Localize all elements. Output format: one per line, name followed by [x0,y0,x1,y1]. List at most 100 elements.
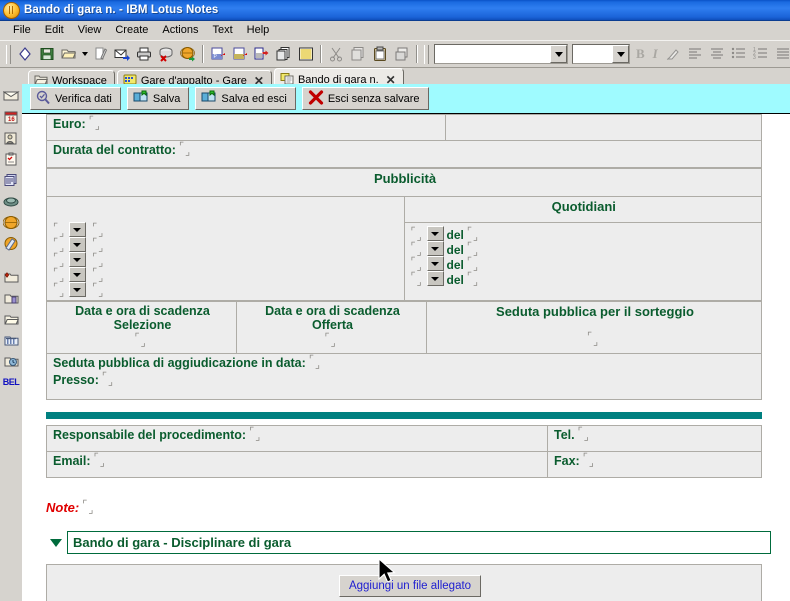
new-document-icon[interactable] [14,43,36,65]
quotidiani-date-field-4[interactable] [467,272,483,286]
quotidiani-dropdown-1[interactable] [426,225,444,241]
print-preview-cancel-icon[interactable] [155,43,177,65]
tel-field[interactable] [578,427,594,441]
email-field[interactable] [94,453,110,467]
send-mail-icon[interactable] [111,43,133,65]
bookmark-favorite-folder[interactable] [2,268,20,286]
table-row-pubblicita-quotidiani-headers: Quotidiani [46,196,762,223]
quotidiani-date-field-3[interactable] [467,257,483,271]
bookmark-replication[interactable] [2,192,20,210]
bookmark-databases[interactable] [2,171,20,189]
import-pdf-icon[interactable]: P [207,43,229,65]
durata-field[interactable] [179,142,195,156]
italic-button[interactable]: I [649,46,662,62]
copy-pages-icon[interactable] [273,43,295,65]
menu-help[interactable]: Help [240,23,277,37]
responsabile-field[interactable] [249,427,265,441]
fax-field[interactable] [583,453,599,467]
web-browse-icon[interactable] [177,43,199,65]
pubblicita-date-field-5[interactable] [92,283,108,297]
scadenza-offerta-field[interactable] [325,333,341,347]
quotidiani-row: del [411,225,758,242]
section-title-box[interactable]: Bando di gara - Disciplinare di gara [67,531,771,554]
copy-icon[interactable] [347,43,369,65]
print-icon[interactable] [133,43,155,65]
euro-field[interactable] [89,116,105,130]
bookmark-browser[interactable] [2,213,20,231]
pubblicita-dropdown-4[interactable] [69,267,86,282]
pubblicita-table-wrap: Pubblicità Quotidiani ⌜ ⌟ ⌜ ⌟ ⌜ ⌟ ⌜ ⌟ ⌜ … [46,168,762,301]
open-folder-icon[interactable] [58,43,80,65]
font-size-dropdown-arrow[interactable] [612,45,629,63]
sorteggio-field[interactable] [587,332,603,346]
quotidiani-name-field-4[interactable] [411,272,427,286]
page-transfer-icon[interactable] [251,43,273,65]
numbered-list-icon[interactable]: 123 [750,43,772,65]
pubblicita-dropdown-2[interactable] [69,237,86,252]
quotidiani-dropdown-3[interactable] [426,255,444,271]
menu-view[interactable]: View [71,23,109,37]
bookmark-bel-label[interactable]: BEL [2,373,20,391]
menu-text[interactable]: Text [205,23,239,37]
quotidiani-name-field-1[interactable] [411,227,427,241]
scadenza-selezione-field[interactable] [135,333,151,347]
esci-senza-salvare-button[interactable]: Esci senza salvare [301,87,429,110]
bookmark-calendar[interactable]: 16 [2,108,20,126]
bookmark-mail[interactable] [2,87,20,105]
align-justify-icon[interactable] [772,43,790,65]
pubblicita-dropdown-1[interactable] [69,222,86,237]
salva-button[interactable]: Salva [126,87,190,110]
bold-button[interactable]: B [632,46,649,62]
edit-document-icon[interactable] [89,43,111,65]
export-pdf-icon[interactable] [229,43,251,65]
pubblicita-dropdown-3[interactable] [69,252,86,267]
add-attachment-button[interactable]: Aggiungi un file allegato [338,575,482,597]
menu-file[interactable]: File [6,23,38,37]
font-name-dropdown-arrow[interactable] [550,45,567,63]
menu-create[interactable]: Create [108,23,155,37]
table-row-scadenze: Data e ora di scadenza Selezione Data e … [46,301,762,354]
quotidiani-dropdown-4[interactable] [426,270,444,286]
align-left-icon[interactable] [684,43,706,65]
aggiudicazione-field[interactable] [309,355,325,369]
cut-icon[interactable] [325,43,347,65]
font-size-select[interactable] [572,44,630,64]
quotidiani-name-field-2[interactable] [411,242,427,256]
bullet-list-icon[interactable] [728,43,750,65]
menu-edit[interactable]: Edit [38,23,71,37]
verifica-dati-label: Verifica dati [55,92,112,105]
section-twisty-icon[interactable] [50,538,62,547]
note-field[interactable] [82,500,98,514]
paste-special-icon[interactable] [391,43,413,65]
quotidiani-del-label-2: del [446,242,464,257]
list-lines-icon[interactable] [295,43,317,65]
quotidiani-name-field-3[interactable] [411,257,427,271]
toolbar-grip[interactable] [6,44,11,64]
open-dropdown-arrow[interactable] [80,43,89,65]
highlight-icon[interactable] [662,43,684,65]
paste-icon[interactable] [369,43,391,65]
quotidiani-dropdown-2[interactable] [426,240,444,256]
format-bar-grip[interactable] [424,44,429,64]
menu-actions[interactable]: Actions [155,23,205,37]
save-icon[interactable] [36,43,58,65]
euro-extra-cell[interactable] [445,114,762,141]
pubblicita-type-field-5[interactable] [53,283,69,297]
menu-bar: File Edit View Create Actions Text Help [0,21,790,40]
bookmark-todo[interactable] [2,150,20,168]
verifica-dati-button[interactable]: Verifica dati [30,87,121,110]
bookmark-contacts[interactable] [2,129,20,147]
bookmark-archive[interactable] [2,331,20,349]
presso-field[interactable] [102,372,118,386]
quotidiani-date-field-2[interactable] [467,242,483,256]
bookmark-folder[interactable] [2,310,20,328]
salva-ed-esci-button[interactable]: Salva ed esci [195,87,296,110]
font-name-select[interactable] [434,44,568,64]
presso-line: Presso: [53,372,757,387]
quotidiani-date-field-1[interactable] [467,227,483,241]
bookmark-favorites[interactable] [2,234,20,252]
bookmark-trash-folder[interactable] [2,289,20,307]
bookmark-history[interactable] [2,352,20,370]
align-center-icon[interactable] [706,43,728,65]
pubblicita-dropdown-5[interactable] [69,282,86,297]
